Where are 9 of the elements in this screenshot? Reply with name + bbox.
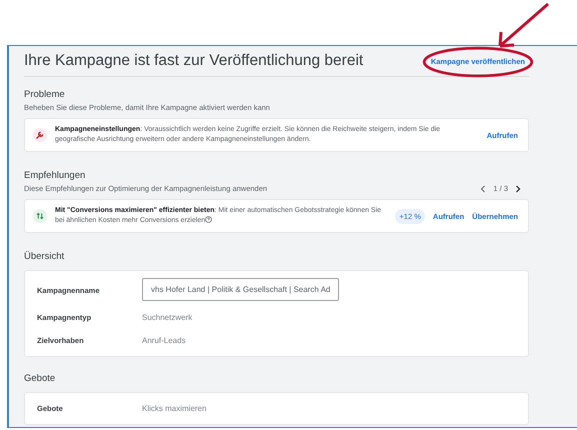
section-title: Probleme bbox=[24, 89, 66, 100]
section-title: Gebote bbox=[24, 373, 56, 384]
field-value: Klicks maximieren bbox=[142, 404, 206, 413]
field-value: Suchnetzwerk bbox=[142, 313, 192, 322]
section-title: Übersicht bbox=[24, 251, 66, 262]
page-title: Ihre Kampagne ist fast zur Veröffentlichung bereit bbox=[24, 52, 364, 70]
campaign-name-field[interactable]: vhs Hofer Land | Politik & Gesellschaft | Search Ad bbox=[142, 278, 340, 301]
section-title: Empfehlungen bbox=[24, 170, 86, 181]
field-value: Anruf-Leads bbox=[142, 336, 186, 345]
